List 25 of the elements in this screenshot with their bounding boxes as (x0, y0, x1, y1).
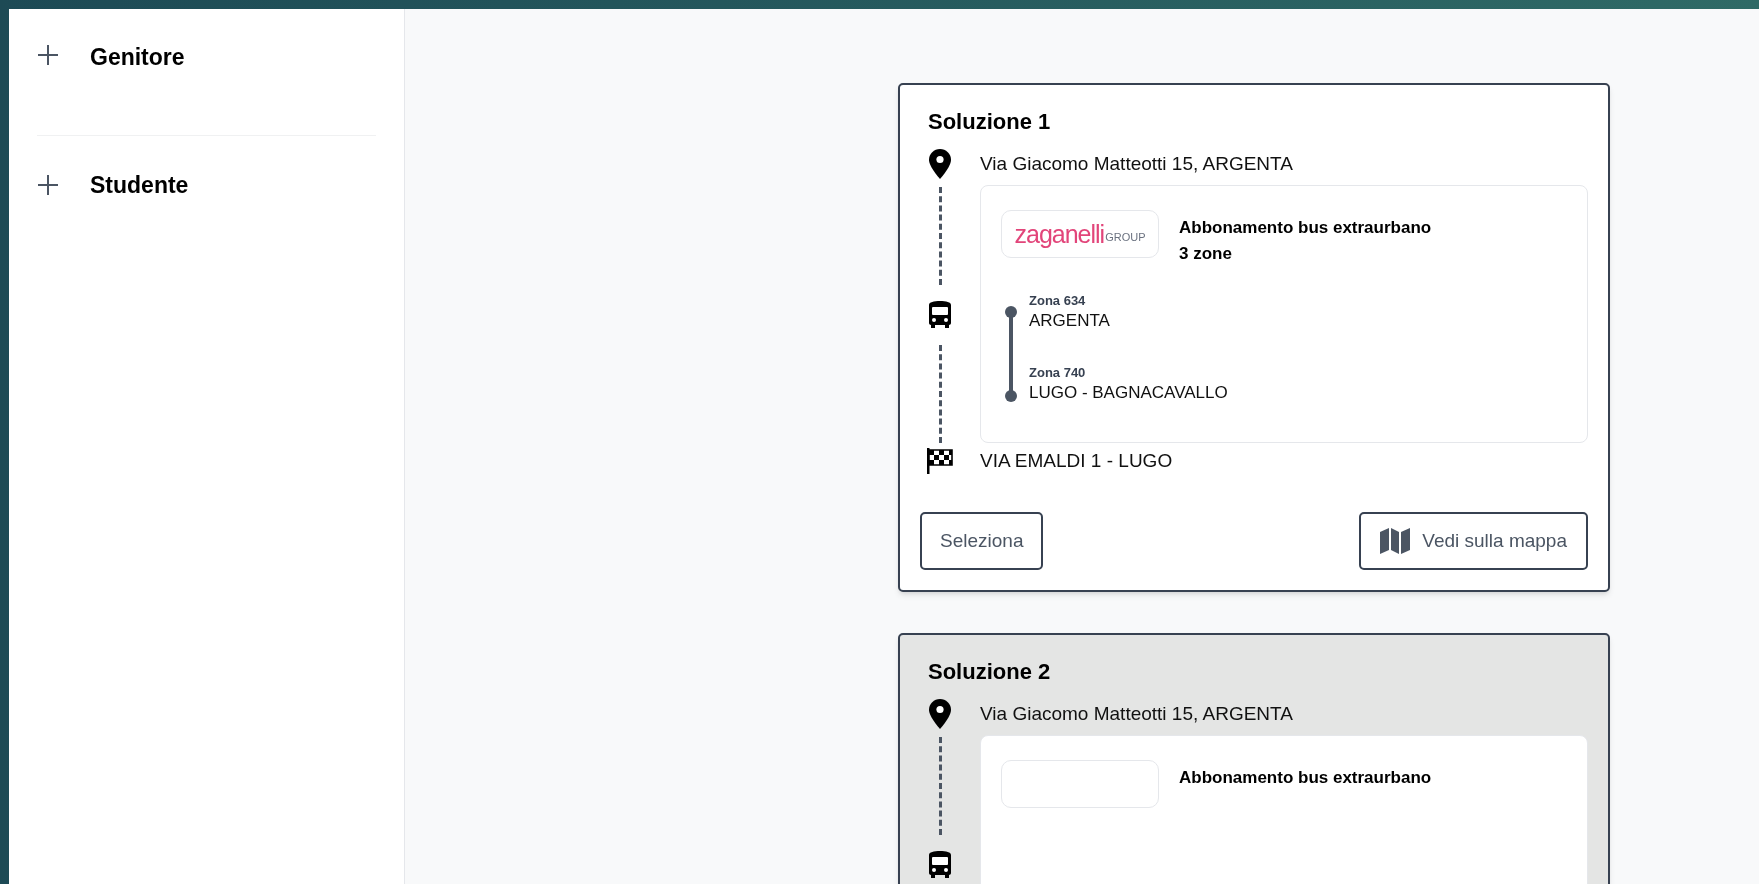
solution-title: Soluzione 1 (928, 108, 1052, 136)
zone-code: Zona 634 (1029, 293, 1087, 309)
accordion-item[interactable]: Genitore (28, 37, 385, 135)
map-pin-icon (929, 699, 951, 729)
end-address: VIA EMALDI 1 - LUGO (980, 449, 1173, 473)
bus-icon (927, 301, 953, 329)
checkered-flag-icon (926, 447, 954, 475)
operator-logo: zaganelliGROUP (1001, 210, 1159, 258)
map-pin-icon (929, 149, 951, 179)
zone-name: ARGENTA (1029, 310, 1111, 332)
solution-title: Soluzione 2 (928, 658, 1052, 686)
ticket-title: Abbonamento bus extraurbano (1179, 767, 1432, 789)
view-map-button[interactable]: Vedi sulla mappa (1359, 512, 1588, 570)
zone-count: 3 zone (1179, 243, 1233, 265)
plus-icon (37, 44, 59, 66)
zone-name: LUGO - BAGNACAVALLO (1029, 382, 1228, 404)
zone-code: Zona 740 (1029, 365, 1087, 381)
select-button[interactable]: Seleziona (920, 512, 1044, 570)
start-address: Via Giacomo Matteotti 15, ARGENTA (980, 702, 1293, 726)
accordion-item[interactable]: Studente (28, 136, 385, 234)
start-address: Via Giacomo Matteotti 15, ARGENTA (980, 152, 1293, 176)
plus-icon (37, 174, 59, 196)
bus-icon (927, 851, 953, 879)
map-icon (1380, 528, 1411, 554)
ticket-title: Abbonamento bus extraurbano (1179, 217, 1432, 239)
